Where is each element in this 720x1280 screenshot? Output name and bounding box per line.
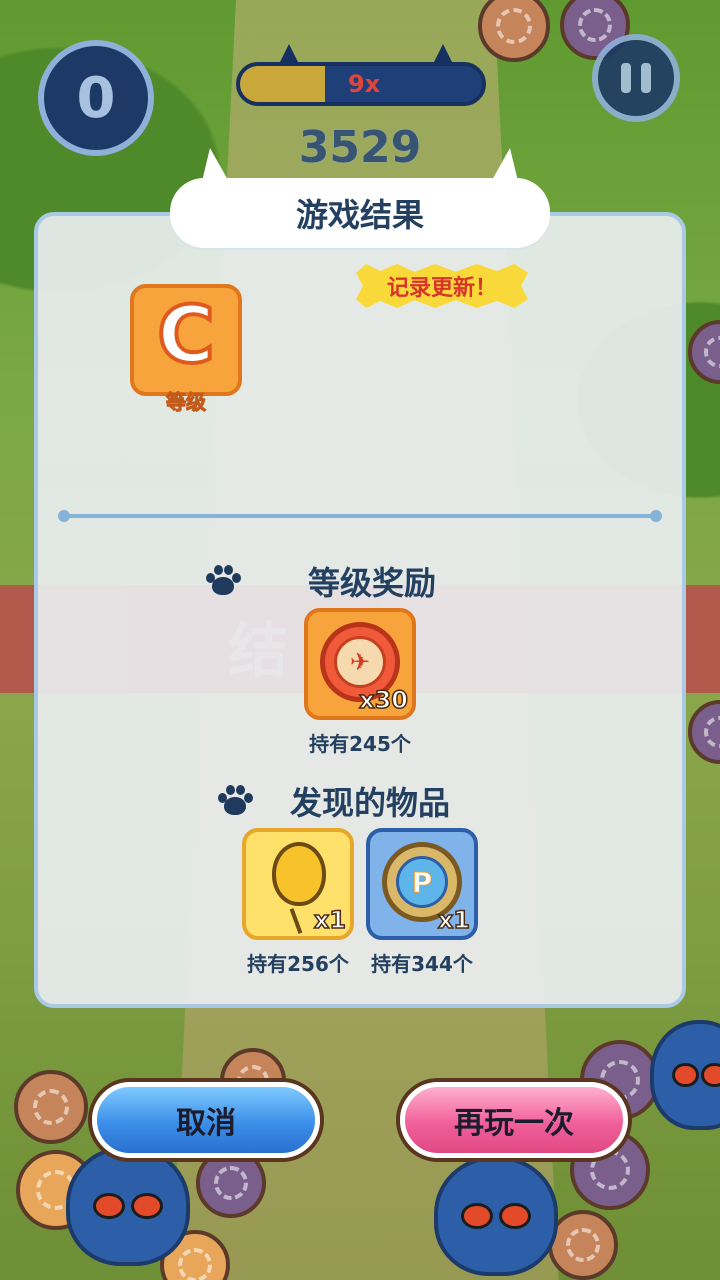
- found-item-count: x1: [313, 905, 347, 935]
- donut-piece: [196, 1148, 266, 1218]
- dialog-title-tab: 游戏结果: [170, 178, 550, 248]
- found-items-heading: 发现的物品: [216, 778, 516, 824]
- donut-piece: [14, 1070, 88, 1144]
- blue-monster: [434, 1156, 558, 1276]
- cancel-button-label: 取消: [176, 1106, 236, 1141]
- found-item-held: 持有256个: [247, 952, 349, 976]
- section-divider: [58, 510, 662, 522]
- rank-letter: C: [155, 291, 216, 381]
- reward-item-count: x30: [358, 685, 408, 715]
- pause-icon: [621, 63, 651, 93]
- record-updated-badge: 记录更新！: [356, 264, 528, 308]
- donut-piece: [688, 700, 720, 764]
- score-display: 3529: [298, 122, 422, 173]
- found-items-title: 发现的物品: [290, 784, 451, 822]
- rank-reward-heading: 等级奖励: [204, 558, 504, 604]
- found-item-card[interactable]: x1: [242, 828, 354, 940]
- rank-reward-title: 等级奖励: [308, 564, 437, 602]
- blue-monster: [66, 1146, 190, 1266]
- pause-button[interactable]: [592, 34, 680, 122]
- paw-icon: [204, 565, 241, 597]
- rank-badge: C: [130, 284, 242, 396]
- found-item-held: 持有344个: [371, 952, 473, 976]
- donut-piece: [548, 1210, 618, 1280]
- balloon-string: [289, 908, 303, 934]
- multiplier-fill: [240, 66, 325, 102]
- paw-icon: [216, 785, 253, 817]
- found-item-card[interactable]: P x1: [366, 828, 478, 940]
- cancel-button[interactable]: 取消: [92, 1082, 320, 1158]
- multiplier-bar: 9x: [236, 62, 486, 106]
- reward-item-card[interactable]: ✈ x30: [304, 608, 416, 720]
- combo-counter-value: 0: [76, 65, 116, 131]
- blue-monster: [650, 1020, 720, 1130]
- donut-piece: [688, 320, 720, 384]
- rank-label: 等级: [166, 390, 207, 415]
- record-updated-text: 记录更新！: [386, 276, 497, 301]
- yellow-balloon-icon: [272, 842, 326, 906]
- reward-held-count: 持有245个: [309, 732, 411, 756]
- play-again-button[interactable]: 再玩一次: [400, 1082, 628, 1158]
- found-item-count: x1: [437, 905, 471, 935]
- multiplier-text: 9x: [348, 70, 381, 98]
- dialog-title: 游戏结果: [295, 196, 424, 234]
- play-again-button-label: 再玩一次: [454, 1106, 574, 1141]
